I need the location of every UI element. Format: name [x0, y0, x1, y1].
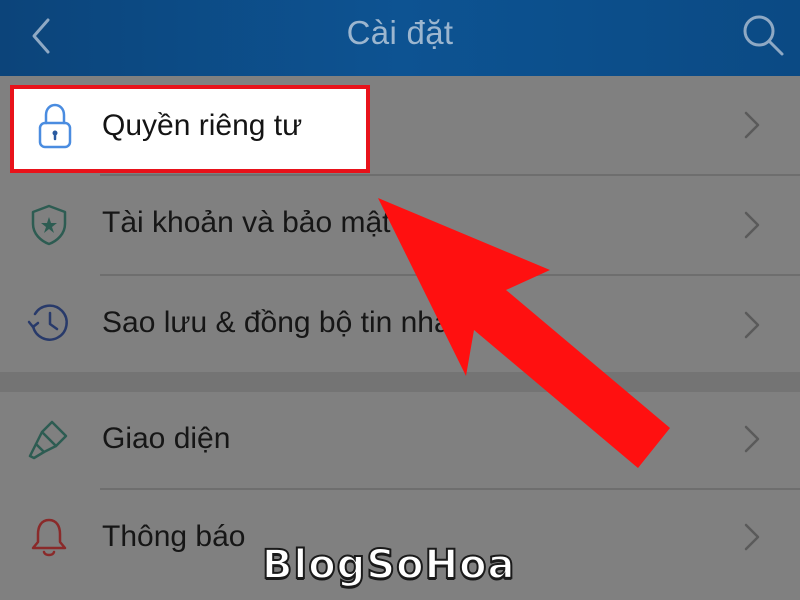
settings-item-label: Thông báo — [102, 520, 246, 553]
settings-item-label: Quyền riêng tư — [102, 109, 303, 142]
clock-history-icon — [27, 304, 68, 341]
settings-screen: Cài đặt Tài khoản và bảo mật Sao lưu & đ… — [0, 0, 800, 600]
watermark: BlogSoHoa — [261, 541, 516, 589]
chevron-right-icon — [744, 425, 760, 453]
shield-star-icon — [31, 204, 67, 246]
chevron-right-icon — [744, 211, 760, 239]
bell-icon — [31, 518, 67, 557]
paint-brush-icon — [28, 420, 68, 460]
chevron-right-icon — [744, 523, 760, 551]
annotation-arrow — [378, 198, 670, 468]
search-icon[interactable] — [740, 12, 786, 58]
chevron-right-icon — [744, 111, 760, 139]
highlight-privacy-item[interactable]: Quyền riêng tư — [10, 85, 370, 173]
settings-item-label: Tài khoản và bảo mật — [102, 206, 391, 239]
top-app-bar: Cài đặt — [0, 0, 800, 76]
page-title: Cài đặt — [346, 14, 454, 51]
chevron-right-icon — [744, 311, 760, 339]
settings-item-label: Giao diện — [102, 422, 231, 455]
lock-icon — [38, 103, 72, 149]
